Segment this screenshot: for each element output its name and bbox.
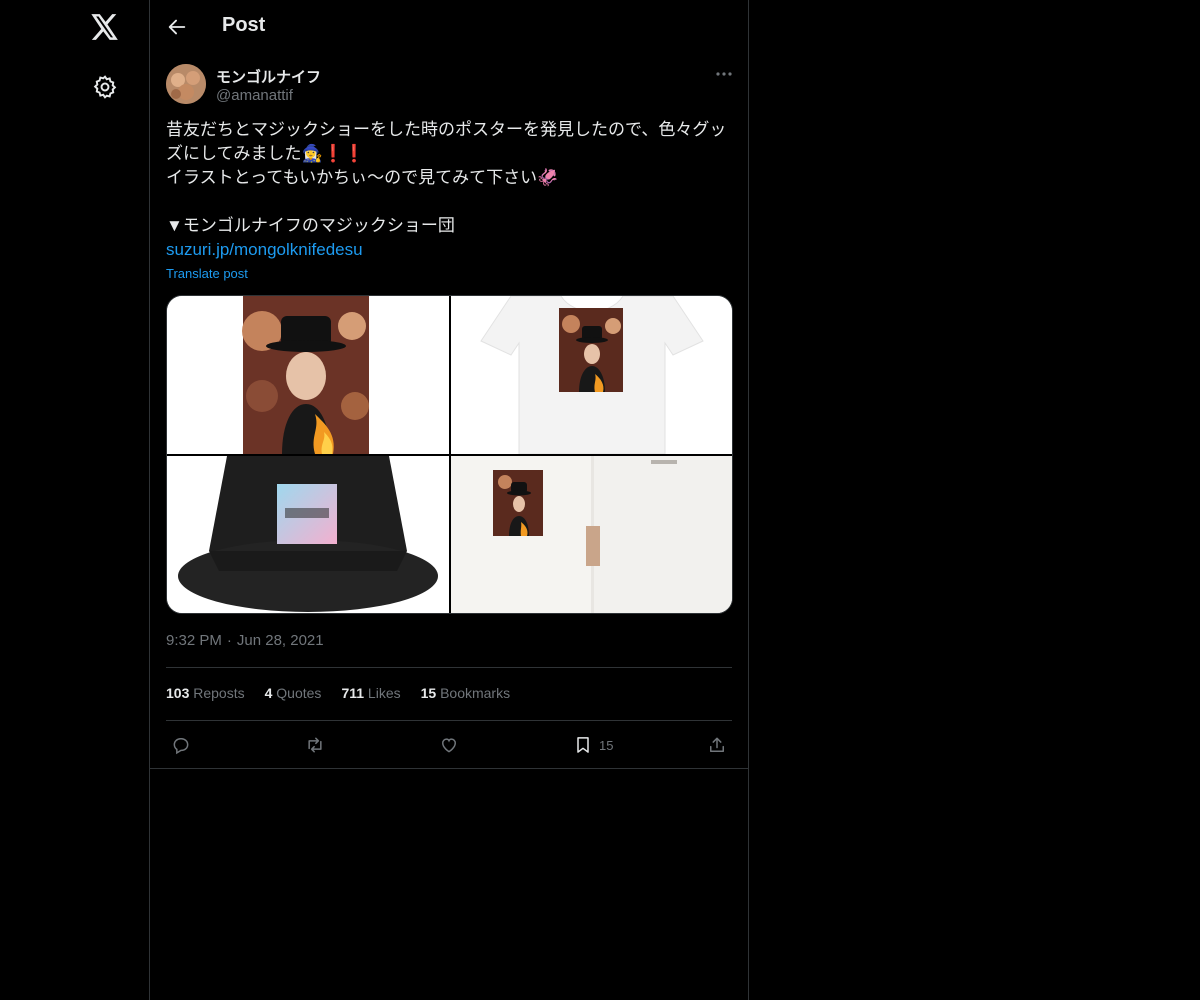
post-time: 9:32 PM <box>166 632 222 649</box>
post-header: Post <box>150 0 748 54</box>
post-text-blank-line <box>166 190 736 214</box>
x-logo-icon[interactable] <box>89 11 121 43</box>
quotes-stat[interactable]: 4 Quotes <box>265 685 322 701</box>
post-text: 昔友だちとマジックショーをした時のポスターを発見したので、色々グッ ズにしてみま… <box>166 118 736 262</box>
like-button[interactable] <box>439 733 459 757</box>
author-handle[interactable]: @amanattif <box>216 87 293 104</box>
media-tshirt-models[interactable] <box>451 456 732 613</box>
bookmarks-label: Bookmarks <box>440 685 511 701</box>
translate-post-link[interactable]: Translate post <box>166 266 248 281</box>
post-column: Post モンゴルナイフ @amanattif 昔友だちとマジックショーをした時… <box>149 0 749 1000</box>
share-icon <box>710 737 724 752</box>
left-nav <box>0 0 150 1000</box>
likes-label: Likes <box>367 685 401 701</box>
post-link[interactable]: suzuri.jp/mongolknifedesu <box>166 238 736 262</box>
post-text-line: イラストとってもいかちぃ〜ので見てみて下さい🦑 <box>166 168 559 187</box>
reposts-label: Reposts <box>193 685 245 701</box>
likes-stat[interactable]: 711 Likes <box>341 685 400 701</box>
divider <box>150 768 748 769</box>
repost-button[interactable] <box>305 733 325 757</box>
bookmark-count: 15 <box>599 737 614 753</box>
page-title: Post <box>222 14 266 36</box>
like-icon <box>441 738 457 753</box>
more-icon[interactable] <box>714 64 734 84</box>
post-date: Jun 28, 2021 <box>236 632 324 649</box>
bookmark-button[interactable]: 15 <box>573 733 613 757</box>
reposts-count: 103 <box>166 685 190 701</box>
post-text-line: 昔友だちとマジックショーをした時のポスターを発見したので、色々グッ <box>166 120 727 139</box>
divider <box>166 667 732 668</box>
bookmark-icon <box>577 737 589 753</box>
action-bar: 15 <box>166 733 732 757</box>
divider <box>166 720 732 721</box>
likes-count: 711 <box>341 685 365 701</box>
reply-icon <box>173 738 189 755</box>
repost-icon <box>308 737 322 753</box>
quotes-label: Quotes <box>276 685 322 701</box>
back-arrow-icon[interactable] <box>166 16 188 38</box>
post-author: モンゴルナイフ @amanattif <box>166 64 734 108</box>
media-tshirt[interactable] <box>451 296 732 454</box>
media-grid <box>166 295 733 614</box>
quotes-count: 4 <box>264 685 273 701</box>
reposts-stat[interactable]: 103 Reposts <box>166 685 245 701</box>
media-bucket-hat[interactable] <box>167 456 449 613</box>
share-button[interactable] <box>707 733 727 757</box>
post-timestamp[interactable]: 9:32 PM · Jun 28, 2021 <box>166 632 324 649</box>
bookmarks-stat[interactable]: 15 Bookmarks <box>421 685 511 701</box>
author-name[interactable]: モンゴルナイフ <box>216 66 321 87</box>
separator-dot: · <box>226 632 232 649</box>
post-text-line: ズにしてみました🧙‍♀️❗❗ <box>166 144 365 163</box>
post-stats: 103 Reposts 4 Quotes 711 Likes 15 Bookma… <box>166 685 530 701</box>
media-phone-case[interactable] <box>167 296 449 454</box>
post-text-line: ▼モンゴルナイフのマジックショー団 <box>166 216 455 235</box>
reply-button[interactable] <box>171 733 191 757</box>
gear-icon[interactable] <box>92 74 118 100</box>
avatar[interactable] <box>166 64 206 104</box>
bookmarks-count: 15 <box>420 685 437 701</box>
